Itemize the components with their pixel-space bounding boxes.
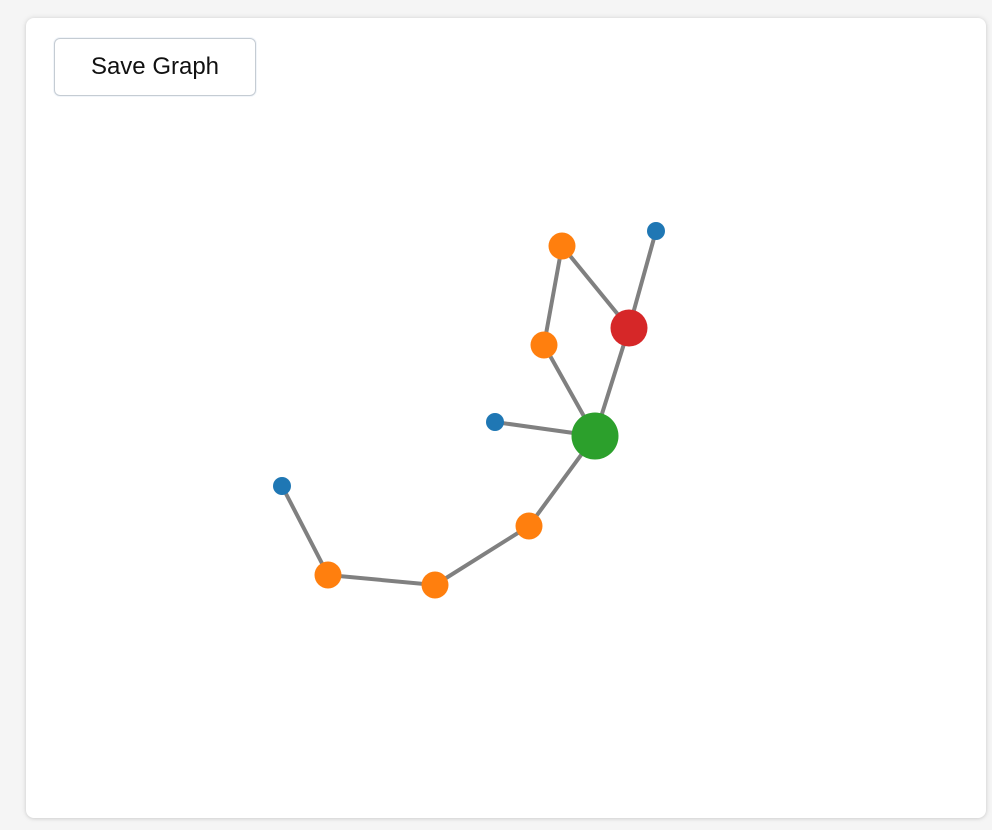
graph-node[interactable] — [486, 413, 504, 431]
graph-node[interactable] — [647, 222, 665, 240]
graph-node[interactable] — [273, 477, 291, 495]
graph-edge — [542, 244, 564, 347]
graph-edge — [433, 524, 531, 587]
graph-node[interactable] — [314, 561, 342, 589]
network-graph — [273, 222, 665, 599]
graph-card: Save Graph — [26, 18, 986, 818]
edge-layer — [280, 229, 658, 587]
node-layer — [273, 222, 665, 599]
graph-node[interactable] — [610, 309, 648, 347]
graph-edge — [326, 573, 437, 587]
graph-node[interactable] — [421, 571, 449, 599]
graph-node[interactable] — [515, 512, 543, 540]
graph-node[interactable] — [571, 412, 619, 460]
graph-node[interactable] — [530, 331, 558, 359]
graph-edge — [280, 484, 330, 577]
graph-node[interactable] — [548, 232, 576, 260]
